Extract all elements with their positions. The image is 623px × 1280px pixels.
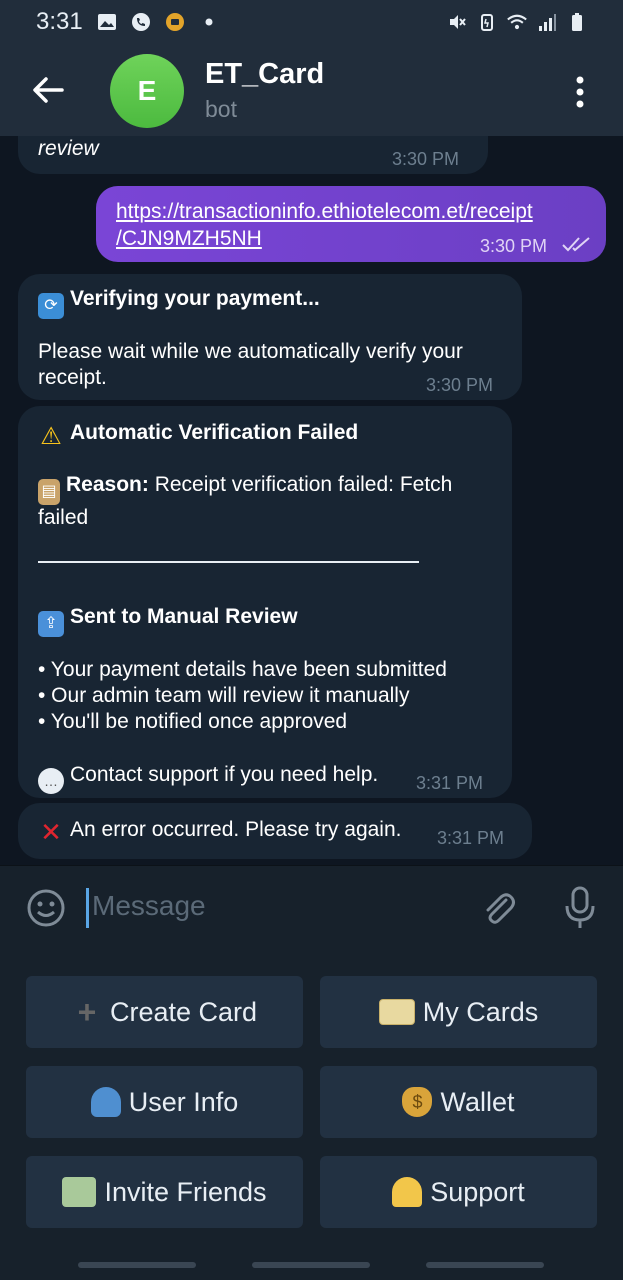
warning-icon: ⚠ (40, 423, 62, 450)
attach-icon[interactable] (478, 888, 518, 928)
refresh-icon: ⟳ (38, 293, 64, 319)
speech-bubble-icon: … (38, 768, 64, 794)
failed-title-row: ⚠ Automatic Verification Failed (38, 420, 358, 450)
message-time: 3:31 PM (416, 773, 484, 793)
bullet-1: • Your payment details have been submitt… (38, 658, 447, 681)
error-row: ✕ An error occurred. Please try again. (38, 817, 401, 847)
divider (38, 561, 419, 563)
money-with-wings-icon (62, 1177, 97, 1207)
my-cards-button[interactable]: My Cards (320, 976, 597, 1048)
signal-icon (539, 14, 556, 31)
dot-icon (205, 18, 213, 26)
battery-saver-icon (481, 14, 493, 31)
user-silhouette-icon (90, 1087, 121, 1117)
message-time: 3:30 PM (392, 149, 460, 169)
more-options-icon[interactable] (572, 74, 588, 110)
reason-row: ▤ Reason: Receipt verification failed: Fe… (38, 473, 453, 529)
credit-card-icon (378, 999, 415, 1025)
clipboard-icon: ▤ (38, 479, 60, 505)
status-bar: 3:31 (0, 0, 623, 44)
bot-avatar[interactable]: E (110, 54, 184, 128)
mute-icon (450, 15, 466, 29)
battery-icon (572, 13, 582, 31)
wifi-icon (507, 14, 527, 30)
message-bubble-partial[interactable]: review 3:30 PM (18, 136, 488, 174)
app-notification-icon (165, 13, 184, 31)
invite-friends-button[interactable]: Invite Friends (26, 1156, 303, 1228)
call-icon (131, 13, 150, 31)
microphone-icon[interactable] (563, 886, 597, 930)
wallet-button[interactable]: $ Wallet (320, 1066, 597, 1138)
contact-row: … Contact support if you need help. (38, 762, 378, 794)
chat-title[interactable]: ET_Card (205, 58, 324, 91)
bullet-2: • Our admin team will review it manually (38, 684, 410, 707)
read-checkmarks-icon (562, 237, 590, 252)
back-arrow-icon[interactable] (30, 72, 66, 108)
bot-keyboard: + Create Card My Cards User Info $ Walle… (0, 949, 623, 1280)
avatar-letter: E (137, 75, 157, 106)
gallery-icon (97, 14, 116, 30)
nav-back[interactable] (426, 1262, 544, 1268)
create-card-button[interactable]: + Create Card (26, 976, 303, 1048)
message-time: 3:30 PM (480, 236, 548, 256)
user-info-button[interactable]: User Info (26, 1066, 303, 1138)
message-bubble-verifying[interactable]: ⟳ Verifying your payment... Please wait w… (18, 274, 522, 400)
message-input-bar: Message (0, 865, 623, 950)
message-time: 3:30 PM (426, 375, 494, 395)
support-button[interactable]: Support (320, 1156, 597, 1228)
status-time: 3:31 (36, 8, 83, 35)
plus-icon: + (77, 994, 97, 1030)
chat-header: E ET_Card bot (0, 44, 623, 136)
chat-area[interactable]: review 3:30 PM https://transactioninfo.e… (0, 136, 623, 865)
message-input[interactable]: Message (92, 890, 206, 922)
manual-review-title-row: ⇪ Sent to Manual Review (38, 604, 298, 637)
receipt-link[interactable]: https://transactioninfo.ethiotelecom.et/… (116, 198, 533, 252)
emoji-icon[interactable] (26, 888, 66, 928)
message-bubble-outgoing[interactable]: https://transactioninfo.ethiotelecom.et/… (96, 186, 606, 262)
text-cursor (86, 888, 89, 928)
message-bubble-error[interactable]: ✕ An error occurred. Please try again. 3:… (18, 803, 532, 859)
chat-subtitle: bot (205, 96, 237, 122)
cross-mark-icon: ✕ (40, 817, 62, 847)
nav-home[interactable] (252, 1262, 370, 1268)
money-bag-icon: $ (402, 1087, 433, 1117)
message-time: 3:31 PM (437, 828, 505, 848)
nav-recents[interactable] (78, 1262, 196, 1268)
outbox-tray-icon: ⇪ (38, 611, 64, 637)
verifying-title-row: ⟳ Verifying your payment... (38, 286, 320, 319)
message-bubble-verification-failed[interactable]: ⚠ Automatic Verification Failed ▤ Reason: … (18, 406, 512, 798)
bullet-3: • You'll be notified once approved (38, 710, 348, 733)
technologist-icon (392, 1177, 423, 1207)
message-text: review (38, 137, 99, 160)
